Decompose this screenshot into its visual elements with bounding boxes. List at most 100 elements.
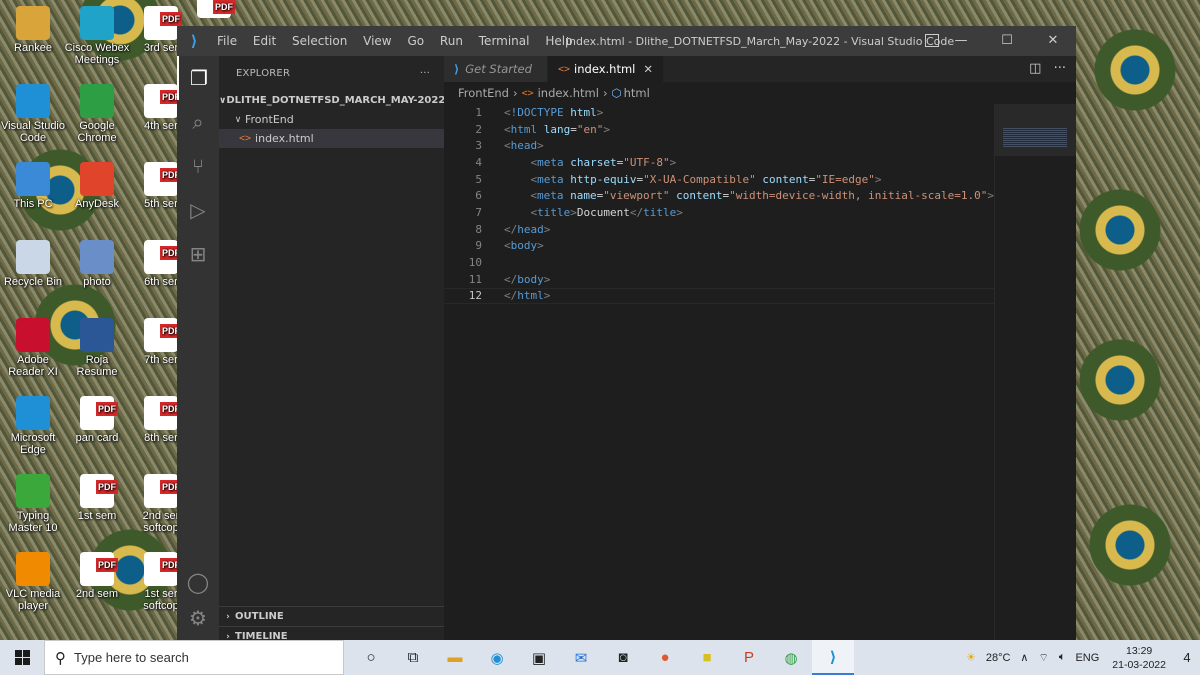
desktop-item[interactable]: Microsoft Edge — [0, 396, 66, 456]
code-text[interactable]: <meta http-equiv="X-UA-Compatible" conte… — [482, 173, 882, 186]
menu-file[interactable]: File — [211, 34, 243, 48]
code-line[interactable]: 11 </body> — [444, 271, 994, 288]
customize-layout-icon[interactable] — [925, 34, 939, 47]
menu-edit[interactable]: Edit — [247, 34, 282, 48]
camera-icon[interactable]: ◙ — [602, 640, 644, 675]
file-index-html[interactable]: <> index.html — [219, 129, 444, 148]
firefox-icon[interactable]: ● — [644, 640, 686, 675]
settings-gear-icon[interactable]: ⚙ — [177, 596, 219, 640]
start-button[interactable] — [0, 640, 44, 675]
desktop-item[interactable]: pan card — [64, 396, 130, 444]
split-editor-icon[interactable]: ◫ — [1029, 61, 1041, 76]
tab-get-started[interactable]: ⟩ Get Started — [444, 56, 548, 82]
close-tab-icon[interactable]: ✕ — [643, 62, 653, 76]
notifications-icon[interactable]: 4 — [1174, 650, 1200, 665]
code-line[interactable]: 7 <title>Document</title> — [444, 204, 994, 221]
code-text[interactable]: <html lang="en"> — [482, 123, 610, 136]
network-icon[interactable]: ⌔ — [1038, 651, 1048, 665]
mail-icon[interactable]: ✉ — [560, 640, 602, 675]
code-text[interactable]: </head> — [482, 223, 550, 236]
code-text[interactable]: </body> — [482, 273, 550, 286]
maximize-button[interactable]: ☐ — [984, 26, 1030, 56]
source-control-icon[interactable]: ⑂ — [177, 144, 219, 188]
code-line[interactable]: 5 <meta http-equiv="X-UA-Compatible" con… — [444, 171, 994, 188]
workspace-folder[interactable]: ∨ DLITHE_DOTNETFSD_MARCH_MAY-2022 — [219, 91, 445, 110]
desktop-item[interactable]: 2nd sem — [64, 552, 130, 600]
code-line[interactable]: 8 </head> — [444, 221, 994, 238]
code-text[interactable]: <body> — [482, 239, 544, 252]
code-text[interactable]: <!DOCTYPE html> — [482, 106, 603, 119]
file-explorer-icon[interactable]: ▬ — [434, 640, 476, 675]
desktop-item[interactable]: Rankee — [0, 6, 66, 54]
code-text[interactable]: <head> — [482, 139, 544, 152]
outline-section[interactable]: › OUTLINE — [219, 606, 444, 626]
store-icon[interactable]: ▣ — [518, 640, 560, 675]
desktop-item[interactable]: Typing Master 10 — [0, 474, 66, 534]
tab-index-html[interactable]: <> index.html ✕ — [548, 56, 665, 82]
close-button[interactable]: ✕ — [1030, 26, 1076, 56]
task-view-icon[interactable]: ⧉ — [392, 640, 434, 675]
outline-label: OUTLINE — [235, 611, 284, 622]
desktop-item[interactable]: Cisco Webex Meetings — [64, 6, 130, 66]
menu-view[interactable]: View — [357, 34, 397, 48]
breadcrumb-file[interactable]: index.html — [538, 86, 599, 100]
code-line[interactable]: 1 <!DOCTYPE html> — [444, 104, 994, 121]
explorer-more-button[interactable]: ··· — [420, 68, 430, 79]
pdf-icon[interactable] — [196, 0, 235, 20]
search-placeholder: Type here to search — [74, 650, 189, 665]
weather-icon[interactable]: ☀ — [966, 651, 976, 664]
weather-temp[interactable]: 28°C — [986, 652, 1011, 664]
desktop-item[interactable]: Adobe Reader XI — [0, 318, 66, 378]
pdf-icon — [80, 396, 118, 430]
desktop-item-label: Roja Resume — [76, 354, 118, 378]
code-line[interactable]: 4 <meta charset="UTF-8"> — [444, 154, 994, 171]
code-text[interactable]: </html> — [482, 289, 550, 302]
code-text[interactable]: <meta name="viewport" content="width=dev… — [482, 189, 994, 202]
run-debug-icon[interactable]: ▷ — [177, 188, 219, 232]
desktop-item[interactable]: This PC — [0, 162, 66, 210]
pdf-icon — [144, 240, 182, 274]
menu-selection[interactable]: Selection — [286, 34, 353, 48]
code-line[interactable]: 6 <meta name="viewport" content="width=d… — [444, 187, 994, 204]
chevron-up-icon[interactable]: ∧ — [1020, 651, 1028, 664]
desktop-item[interactable]: Google Chrome — [64, 84, 130, 144]
sticky-notes-icon[interactable]: ■ — [686, 640, 728, 675]
code-line[interactable]: 12 </html> — [444, 287, 994, 305]
minimap[interactable] — [994, 104, 1076, 640]
vscode-taskbar-icon[interactable]: ⟩ — [812, 640, 854, 675]
desktop-item[interactable]: Roja Resume — [64, 318, 130, 378]
code-text[interactable]: <title>Document</title> — [482, 206, 683, 219]
code-line[interactable]: 9 <body> — [444, 238, 994, 255]
desktop-item[interactable]: VLC media player — [0, 552, 66, 612]
code-line[interactable]: 10 — [444, 254, 994, 271]
extensions-icon[interactable]: ⊞ — [177, 232, 219, 276]
breadcrumb-folder[interactable]: FrontEnd — [458, 86, 509, 100]
desktop-item[interactable]: Recycle Bin — [0, 240, 66, 288]
code-line[interactable]: 3 <head> — [444, 137, 994, 154]
search-icon[interactable]: ⌕ — [177, 100, 219, 144]
folder-frontend[interactable]: ∨ FrontEnd — [219, 110, 444, 129]
chrome-taskbar-icon[interactable]: ◍ — [770, 640, 812, 675]
desktop-item[interactable]: AnyDesk — [64, 162, 130, 210]
code-text[interactable]: <meta charset="UTF-8"> — [482, 156, 677, 169]
desktop-item[interactable]: 1st sem — [64, 474, 130, 522]
language-indicator[interactable]: ENG — [1075, 652, 1099, 664]
desktop-item[interactable]: Visual Studio Code — [0, 84, 66, 144]
explorer-icon[interactable]: ❐ — [177, 56, 219, 100]
cortana-icon[interactable]: ○ — [350, 640, 392, 675]
code-line[interactable]: 2 <html lang="en"> — [444, 121, 994, 138]
minimize-button[interactable]: — — [938, 26, 984, 56]
volume-icon[interactable]: 🔈︎ — [1059, 651, 1066, 664]
taskbar-search[interactable]: ⚲ Type here to search — [44, 640, 344, 675]
timeline-section[interactable]: › TIMELINE — [219, 626, 444, 640]
menu-terminal[interactable]: Terminal — [473, 34, 536, 48]
breadcrumb-symbol[interactable]: html — [624, 86, 650, 100]
clock[interactable]: 13:29 21-03-2022 — [1112, 644, 1166, 672]
more-actions-icon[interactable]: ··· — [1054, 61, 1066, 76]
powerpoint-icon[interactable]: P — [728, 640, 770, 675]
menu-run[interactable]: Run — [434, 34, 469, 48]
code-editor[interactable]: 1 <!DOCTYPE html> 2 <html lang="en"> 3 <head>… — [444, 104, 994, 640]
menu-go[interactable]: Go — [401, 34, 430, 48]
desktop-item[interactable]: photo — [64, 240, 130, 288]
edge-taskbar-icon[interactable]: ◉ — [476, 640, 518, 675]
